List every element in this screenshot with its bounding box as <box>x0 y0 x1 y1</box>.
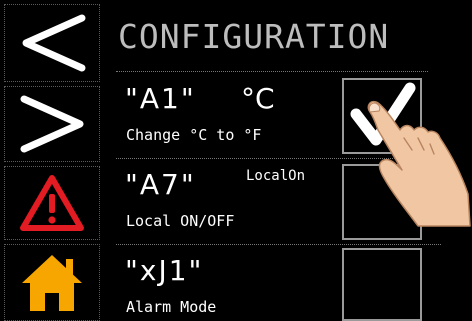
parameter-code: "xJ1" <box>125 254 204 287</box>
parameter-description: Alarm Mode <box>126 298 217 316</box>
chevron-left-icon <box>22 14 86 72</box>
next-button[interactable] <box>4 86 100 162</box>
pointing-hand-icon <box>367 100 471 227</box>
home-icon <box>22 254 82 311</box>
parameter-code: "A1" <box>125 82 196 115</box>
sidebar-divider <box>104 0 108 321</box>
previous-button[interactable] <box>4 4 100 82</box>
checkbox-xj1[interactable] <box>342 248 422 321</box>
unit-label: °C <box>241 82 275 115</box>
parameter-code: "A7" <box>125 168 196 201</box>
parameter-description: Change °C to °F <box>126 126 262 144</box>
warning-triangle-icon <box>20 175 84 231</box>
title-divider <box>116 71 428 72</box>
status-badge: LocalOn <box>246 168 306 184</box>
sidebar <box>0 0 103 321</box>
alarm-button[interactable] <box>4 166 100 240</box>
row-divider <box>116 244 441 245</box>
chevron-right-icon <box>20 95 84 153</box>
page-title: CONFIGURATION <box>118 17 390 56</box>
parameter-description: Local ON/OFF <box>126 212 235 230</box>
home-button[interactable] <box>4 244 100 321</box>
